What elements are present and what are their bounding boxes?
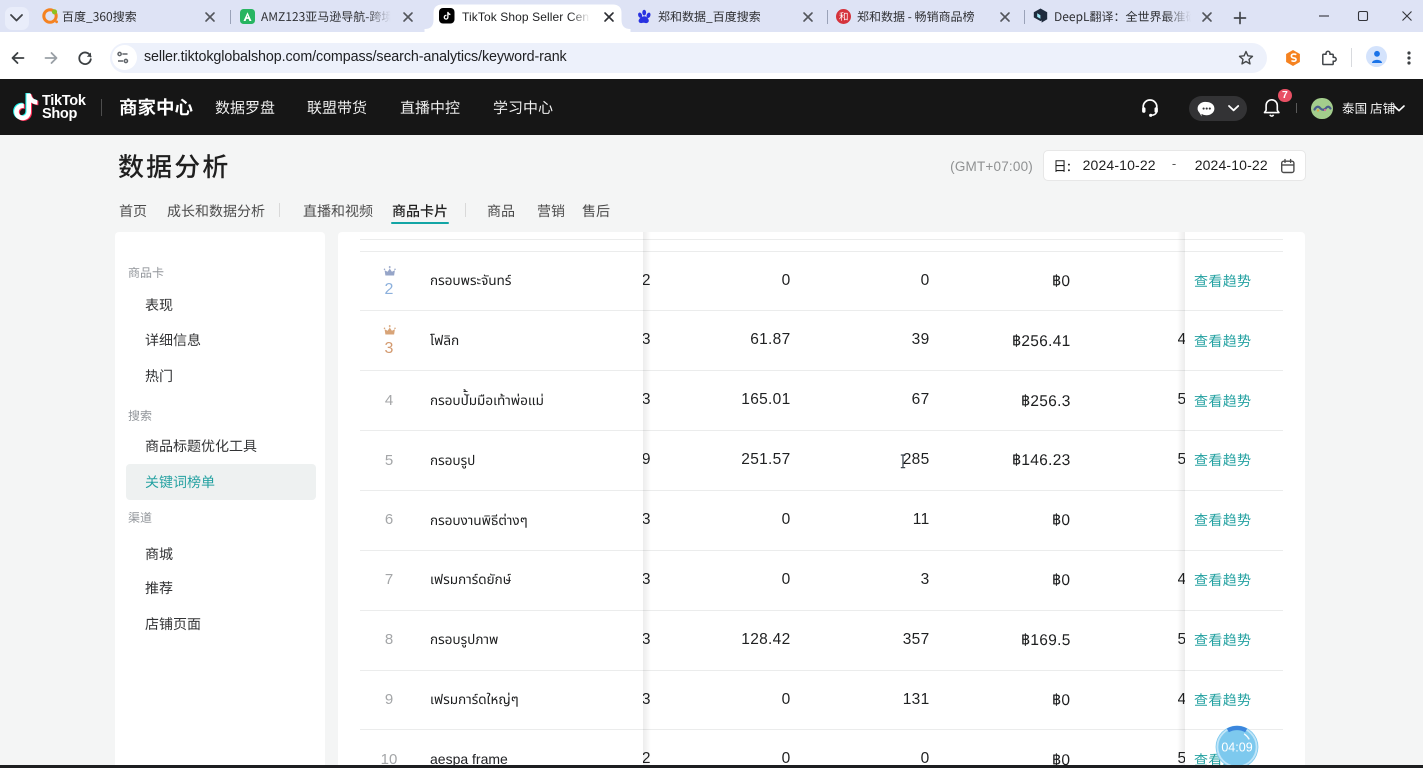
svg-text:04:09: 04:09: [1221, 741, 1252, 755]
